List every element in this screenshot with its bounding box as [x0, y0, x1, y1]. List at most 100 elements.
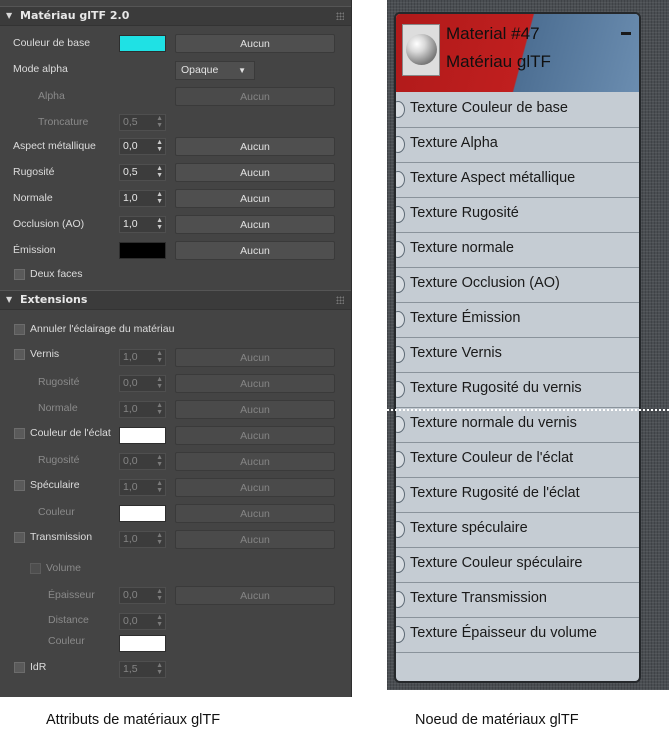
sheen-checkbox[interactable] — [14, 428, 25, 439]
normal-spinner[interactable]: 1,0 ▲ ▼ — [119, 190, 166, 207]
cutoff-spinner[interactable]: 0,5 ▲ ▼ — [119, 114, 166, 131]
clearcoat-normal-spinner[interactable]: 1,0 ▲ ▼ — [119, 401, 166, 418]
clearcoat-map-button[interactable]: Aucun — [175, 348, 335, 367]
input-port-icon[interactable] — [396, 136, 405, 153]
emission-swatch[interactable] — [119, 242, 166, 259]
base-color-map-button[interactable]: Aucun — [175, 34, 335, 53]
spinner-arrows-icon[interactable]: ▲ ▼ — [156, 454, 163, 468]
spinner-arrows-icon[interactable]: ▲ ▼ — [156, 139, 163, 153]
slot-emission[interactable]: Texture Émission — [396, 303, 639, 338]
emission-map-button[interactable]: Aucun — [175, 241, 335, 260]
transmission-checkbox[interactable] — [14, 532, 25, 543]
specular-checkbox[interactable] — [14, 480, 25, 491]
occlusion-spinner[interactable]: 1,0 ▲ ▼ — [119, 216, 166, 233]
input-port-icon[interactable] — [396, 346, 405, 363]
spinner-arrows-icon[interactable]: ▲ ▼ — [156, 191, 163, 205]
collapse-arrow-icon[interactable]: ▼ — [6, 295, 12, 304]
slot-normal[interactable]: Texture normale — [396, 233, 639, 268]
unlit-checkbox[interactable] — [14, 324, 25, 335]
specular-map-button[interactable]: Aucun — [175, 478, 335, 497]
input-port-icon[interactable] — [396, 591, 405, 608]
spinner-arrows-icon[interactable]: ▲ ▼ — [156, 588, 163, 602]
double-sided-checkbox[interactable] — [14, 269, 25, 280]
clearcoat-roughness-spinner[interactable]: 0,0 ▲ ▼ — [119, 375, 166, 392]
input-port-icon[interactable] — [396, 171, 405, 188]
clearcoat-checkbox[interactable] — [14, 349, 25, 360]
occlusion-map-button[interactable]: Aucun — [175, 215, 335, 234]
input-port-icon[interactable] — [396, 556, 405, 573]
slot-alpha[interactable]: Texture Alpha — [396, 128, 639, 163]
slot-clearcoat[interactable]: Texture Vernis — [396, 338, 639, 373]
sheen-roughness-map-button[interactable]: Aucun — [175, 452, 335, 471]
gltf-material-node[interactable]: Material #47 Matériau glTF Texture Coule… — [394, 12, 641, 683]
input-port-icon[interactable] — [396, 311, 405, 328]
gltf-material-rollout-header[interactable]: ▼ Matériau glTF 2.0 — [0, 6, 351, 26]
thickness-map-button[interactable]: Aucun — [175, 586, 335, 605]
collapse-arrow-icon[interactable]: ▼ — [6, 11, 12, 20]
grip-icon[interactable] — [336, 296, 344, 304]
distance-spinner[interactable]: 0,0 ▲ ▼ — [119, 613, 166, 630]
specular-color-map-button[interactable]: Aucun — [175, 504, 335, 523]
clearcoat-roughness-map-button[interactable]: Aucun — [175, 374, 335, 393]
node-header[interactable]: Material #47 Matériau glTF — [396, 14, 639, 92]
slot-base-color[interactable]: Texture Couleur de base — [396, 93, 639, 128]
metallic-map-button[interactable]: Aucun — [175, 137, 335, 156]
roughness-spinner[interactable]: 0,5 ▲ ▼ — [119, 164, 166, 181]
spinner-arrows-icon[interactable]: ▲ ▼ — [156, 376, 163, 390]
clearcoat-spinner[interactable]: 1,0 ▲ ▼ — [119, 349, 166, 366]
clearcoat-normal-map-button[interactable]: Aucun — [175, 400, 335, 419]
slot-sheen-color[interactable]: Texture Couleur de l'éclat — [396, 443, 639, 478]
slot-specular[interactable]: Texture spéculaire — [396, 513, 639, 548]
input-port-icon[interactable] — [396, 451, 405, 468]
slot-clearcoat-normal[interactable]: Texture normale du vernis — [396, 408, 639, 443]
spinner-arrows-icon[interactable]: ▲ ▼ — [156, 217, 163, 231]
thickness-spinner[interactable]: 0,0 ▲ ▼ — [119, 587, 166, 604]
sheen-color-swatch[interactable] — [119, 427, 166, 444]
normal-map-button[interactable]: Aucun — [175, 189, 335, 208]
input-port-icon[interactable] — [396, 626, 405, 643]
ior-spinner[interactable]: 1,5 ▲ ▼ — [119, 661, 166, 678]
input-port-icon[interactable] — [396, 486, 405, 503]
base-color-swatch[interactable] — [119, 35, 166, 52]
roughness-map-button[interactable]: Aucun — [175, 163, 335, 182]
transmission-spinner[interactable]: 1,0 ▲ ▼ — [119, 531, 166, 548]
slot-occlusion[interactable]: Texture Occlusion (AO) — [396, 268, 639, 303]
spinner-arrows-icon[interactable]: ▲ ▼ — [156, 402, 163, 416]
slot-specular-color[interactable]: Texture Couleur spéculaire — [396, 548, 639, 583]
clearcoat-normal-label: Normale — [38, 402, 78, 414]
specular-color-swatch[interactable] — [119, 505, 166, 522]
input-port-icon[interactable] — [396, 101, 405, 118]
spinner-arrows-icon[interactable]: ▲ ▼ — [156, 350, 163, 364]
spinner-arrows-icon[interactable]: ▲ ▼ — [156, 165, 163, 179]
slot-sheen-roughness[interactable]: Texture Rugosité de l'éclat — [396, 478, 639, 513]
spinner-arrows-icon[interactable]: ▲ ▼ — [156, 480, 163, 494]
slot-volume-thickness[interactable]: Texture Épaisseur du volume — [396, 618, 639, 653]
sheen-color-map-button[interactable]: Aucun — [175, 426, 335, 445]
input-port-icon[interactable] — [396, 276, 405, 293]
input-port-icon[interactable] — [396, 381, 405, 398]
alpha-map-button[interactable]: Aucun — [175, 87, 335, 106]
input-port-icon[interactable] — [396, 416, 405, 433]
alpha-mode-dropdown[interactable]: Opaque ▼ — [175, 61, 255, 80]
spinner-arrows-icon[interactable]: ▲ ▼ — [156, 532, 163, 546]
spinner-arrows-icon[interactable]: ▲ ▼ — [156, 614, 163, 628]
transmission-map-button[interactable]: Aucun — [175, 530, 335, 549]
sheen-roughness-spinner[interactable]: 0,0 ▲ ▼ — [119, 453, 166, 470]
input-port-icon[interactable] — [396, 521, 405, 538]
volume-checkbox[interactable] — [30, 563, 41, 574]
slot-roughness[interactable]: Texture Rugosité — [396, 198, 639, 233]
volume-color-swatch[interactable] — [119, 635, 166, 652]
extensions-rollout-header[interactable]: ▼ Extensions — [0, 290, 351, 310]
slot-clearcoat-roughness[interactable]: Texture Rugosité du vernis — [396, 373, 639, 408]
input-port-icon[interactable] — [396, 206, 405, 223]
spinner-arrows-icon[interactable]: ▲ ▼ — [156, 662, 163, 676]
metallic-spinner[interactable]: 0,0 ▲ ▼ — [119, 138, 166, 155]
grip-icon[interactable] — [336, 12, 344, 20]
specular-spinner[interactable]: 1,0 ▲ ▼ — [119, 479, 166, 496]
spinner-arrows-icon[interactable]: ▲ ▼ — [156, 115, 163, 129]
slot-transmission[interactable]: Texture Transmission — [396, 583, 639, 618]
input-port-icon[interactable] — [396, 241, 405, 258]
ior-checkbox[interactable] — [14, 662, 25, 673]
minimize-icon[interactable] — [621, 32, 631, 35]
slot-metallic[interactable]: Texture Aspect métallique — [396, 163, 639, 198]
